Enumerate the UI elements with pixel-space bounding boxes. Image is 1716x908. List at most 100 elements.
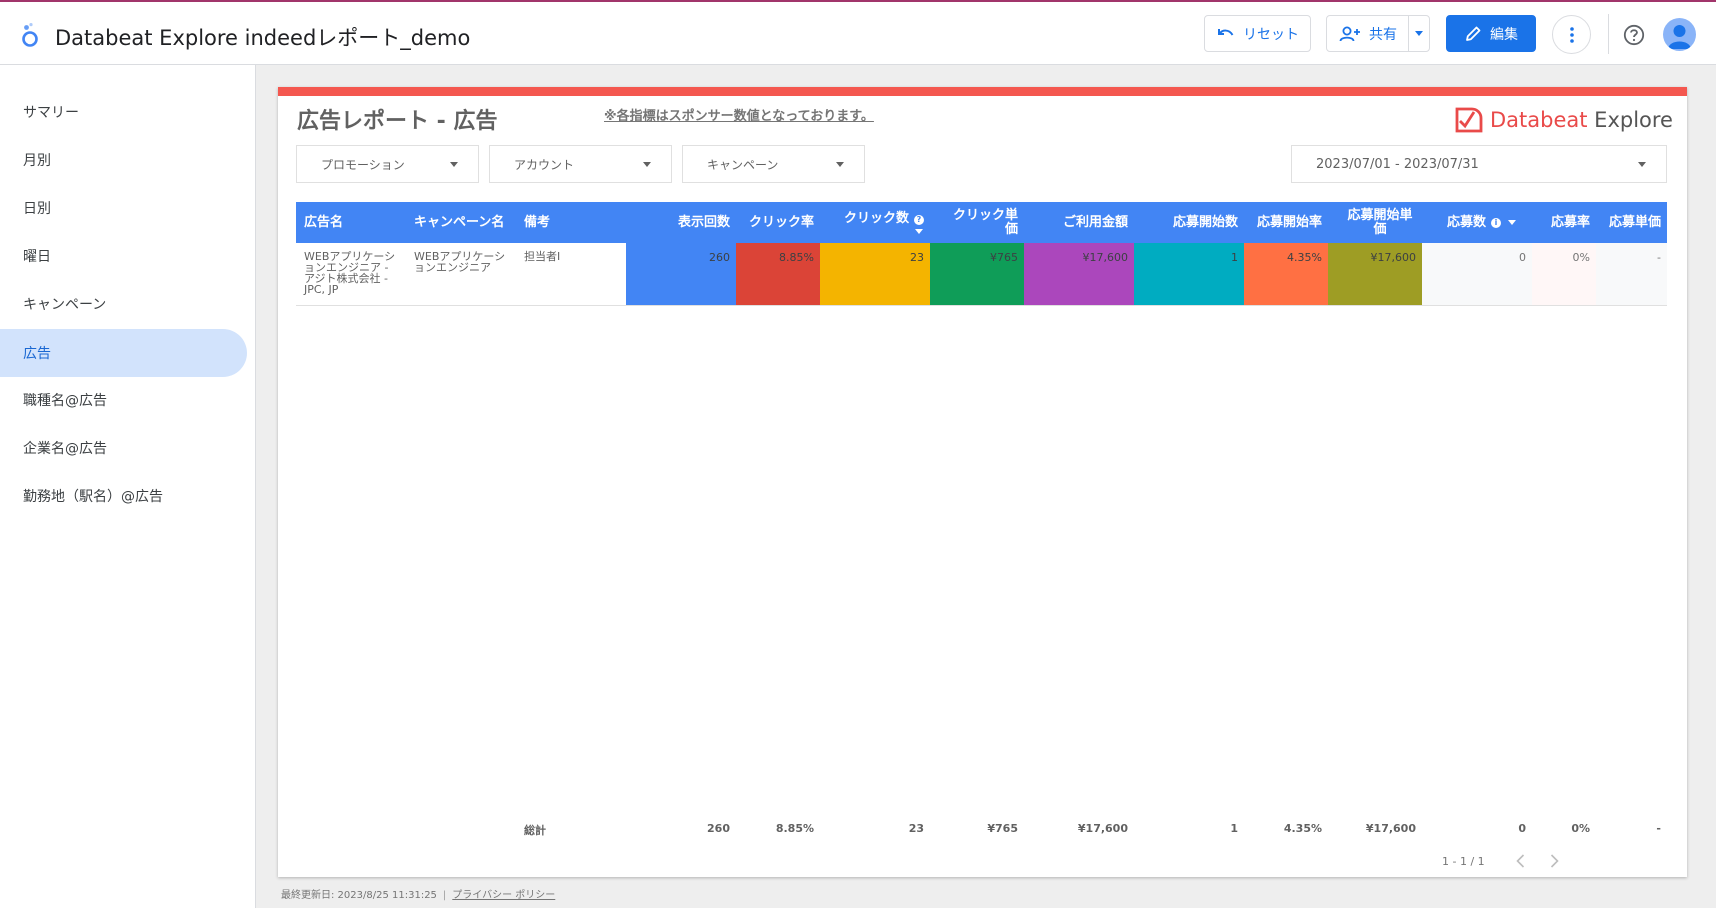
brand-logo: Databeat Explore — [1454, 105, 1673, 135]
sidebar-item-summary[interactable]: サマリー — [0, 88, 247, 136]
sidebar-item-campaign[interactable]: キャンペーン — [0, 280, 247, 328]
column-header-ad-name[interactable]: 広告名 — [296, 202, 406, 243]
total-clicks: 23 — [908, 822, 924, 835]
column-header-cpc[interactable]: クリック単価 — [930, 202, 1024, 243]
column-header-apply-starts[interactable]: 応募開始数 — [1134, 202, 1244, 243]
promotion-filter-label: プロモーション — [321, 157, 405, 172]
campaign-filter-label: キャンペーン — [707, 157, 779, 172]
share-dropdown-button[interactable] — [1409, 16, 1429, 51]
report-name[interactable]: Databeat Explore indeedレポート_demo — [55, 22, 470, 52]
account-avatar[interactable] — [1663, 18, 1696, 51]
campaign-filter[interactable]: キャンペーン — [682, 145, 865, 183]
edit-button[interactable]: 編集 — [1446, 15, 1536, 52]
edit-label: 編集 — [1490, 26, 1518, 43]
share-label: 共有 — [1369, 26, 1397, 43]
date-range-picker[interactable]: 2023/07/01 - 2023/07/31 — [1291, 145, 1667, 183]
cell-applies: 0 — [1422, 243, 1532, 305]
column-header-impressions[interactable]: 表示回数 — [626, 202, 736, 243]
table-totals-row: 総計 260 8.85% 23 ¥765 ¥17,600 1 4.35% ¥17… — [296, 822, 1667, 840]
sidebar-item-ad[interactable]: 広告 — [0, 329, 247, 377]
total-apply-start-rate: 4.35% — [1283, 822, 1322, 835]
table-row[interactable]: WEBアプリケーションエンジニア - アジト株式会社 - JPC, JP WEB… — [296, 243, 1667, 306]
brand-name: Databeat Explore — [1490, 108, 1673, 132]
top-app-bar: Databeat Explore indeedレポート_demo リセット 共有… — [0, 0, 1716, 65]
promotion-filter[interactable]: プロモーション — [296, 145, 479, 183]
info-icon[interactable]: i — [1491, 217, 1501, 228]
chevron-down-icon — [1638, 162, 1646, 167]
caret-down-icon — [1415, 31, 1424, 36]
user-avatar-icon — [1668, 25, 1691, 49]
undo-icon — [1218, 28, 1234, 36]
brand-name-part2: Explore — [1587, 108, 1673, 132]
total-apply-cpa: - — [1656, 822, 1661, 835]
cell-remarks: 担当者I — [524, 250, 561, 263]
column-header-remarks[interactable]: 備考 — [516, 202, 626, 243]
total-cost: ¥17,600 — [1077, 822, 1128, 835]
brand-name-part1: Databeat — [1490, 108, 1588, 132]
total-impressions: 260 — [707, 822, 730, 835]
total-apply-start-cpa: ¥17,600 — [1365, 822, 1416, 835]
more-vert-icon — [1569, 26, 1574, 43]
chevron-down-icon — [836, 162, 844, 167]
cell-impressions: 260 — [626, 243, 736, 305]
cell-ad-name: WEBアプリケーションエンジニア - アジト株式会社 - JPC, JP — [304, 250, 396, 296]
sidebar-item-job-title-by-ad[interactable]: 職種名@広告 — [0, 376, 247, 424]
totals-label: 総計 — [524, 824, 546, 837]
clicks-header-label: クリック数 — [843, 210, 909, 226]
cpc-header-label: クリック単価 — [952, 207, 1018, 237]
more-options-button[interactable] — [1552, 15, 1591, 54]
cell-apply-start-cpa: ¥17,600 — [1328, 243, 1422, 305]
pencil-icon — [1466, 26, 1481, 41]
column-header-ctr[interactable]: クリック率 — [736, 202, 820, 243]
share-button-group: 共有 — [1326, 15, 1430, 52]
looker-studio-logo-icon — [22, 23, 38, 47]
reset-button[interactable]: リセット — [1204, 15, 1311, 52]
column-header-apply-start-cpa[interactable]: 応募開始単価 — [1328, 202, 1422, 243]
sidebar-item-company-by-ad[interactable]: 企業名@広告 — [0, 424, 247, 472]
help-icon[interactable] — [1623, 24, 1645, 46]
report-footer: 最終更新日: 2023/8/25 11:31:25 | プライバシー ポリシー — [281, 886, 555, 901]
sidebar-item-monthly[interactable]: 月別 — [0, 136, 247, 184]
column-header-apply-start-rate[interactable]: 応募開始率 — [1244, 202, 1328, 243]
sidebar-item-daily[interactable]: 日別 — [0, 184, 247, 232]
sidebar-item-location-by-ad[interactable]: 勤務地（駅名）@広告 — [0, 472, 247, 520]
clicks-header-top: クリック数? — [843, 210, 924, 226]
table-header: 広告名 キャンペーン名 備考 表示回数 クリック率 クリック数? クリック単価 … — [296, 202, 1667, 243]
account-filter-label: アカウント — [514, 157, 575, 172]
column-header-applies[interactable]: 応募数 i — [1422, 202, 1532, 243]
privacy-policy-link[interactable]: プライバシー ポリシー — [452, 890, 555, 901]
help-icon[interactable]: ? — [914, 214, 924, 225]
total-apply-rate: 0% — [1571, 822, 1590, 835]
sort-descending-icon[interactable] — [915, 228, 923, 234]
chevron-down-icon — [450, 162, 458, 167]
account-filter[interactable]: アカウント — [489, 145, 672, 183]
metrics-note: ※各指標はスポンサー数値となっております。 — [604, 109, 874, 124]
total-cpc: ¥765 — [987, 822, 1018, 835]
total-applies: 0 — [1518, 822, 1526, 835]
cell-cpc: ¥765 — [930, 243, 1024, 305]
chevron-right-icon[interactable] — [1544, 851, 1564, 871]
page-title: 広告レポート - 広告 — [297, 109, 498, 134]
column-header-apply-rate[interactable]: 応募率 — [1532, 202, 1596, 243]
total-ctr: 8.85% — [775, 822, 814, 835]
cell-apply-cpa: - — [1596, 243, 1667, 305]
column-header-apply-cpa[interactable]: 応募単価 — [1596, 202, 1667, 243]
apply-start-cpa-header-label: 応募開始単価 — [1347, 207, 1413, 237]
cell-apply-rate: 0% — [1532, 243, 1596, 305]
sort-indicator-icon[interactable] — [1508, 220, 1516, 225]
toolbar-divider — [1608, 14, 1609, 54]
databeat-logo-icon — [1455, 107, 1483, 133]
column-header-cost[interactable]: ご利用金額 — [1024, 202, 1134, 243]
pagination-status: 1 - 1 / 1 — [1442, 855, 1485, 868]
footer-separator: | — [442, 890, 447, 901]
share-button[interactable]: 共有 — [1327, 16, 1410, 51]
ad-report-table: 広告名 キャンペーン名 備考 表示回数 クリック率 クリック数? クリック単価 … — [296, 202, 1667, 306]
sidebar-item-weekday[interactable]: 曜日 — [0, 232, 247, 280]
total-apply-starts: 1 — [1230, 822, 1238, 835]
column-header-clicks[interactable]: クリック数? — [820, 202, 930, 243]
clicks-header-stack: クリック数? — [843, 210, 924, 234]
column-header-campaign-name[interactable]: キャンペーン名 — [406, 202, 516, 243]
accent-bar — [278, 87, 1687, 96]
report-page: 広告レポート - 広告 ※各指標はスポンサー数値となっております。 Databe… — [278, 87, 1687, 877]
chevron-left-icon[interactable] — [1511, 851, 1531, 871]
